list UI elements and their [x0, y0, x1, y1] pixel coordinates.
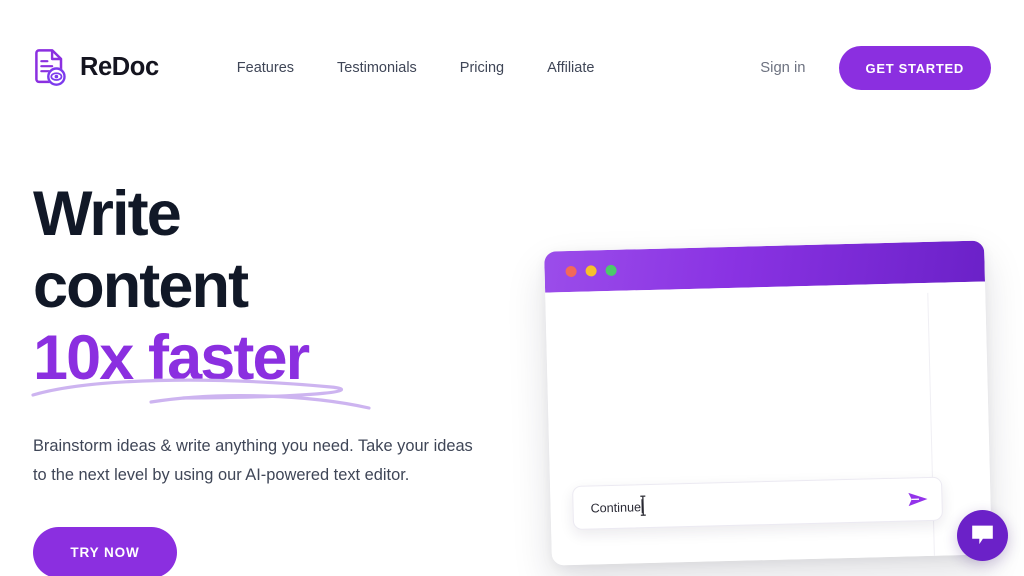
send-arrow-icon[interactable] — [907, 491, 929, 508]
mockup-window: Continue — [544, 240, 992, 566]
chat-widget-button[interactable] — [957, 510, 1008, 561]
primary-nav: Features Testimonials Pricing Affiliate — [237, 54, 595, 82]
prompt-composer[interactable]: Continue — [572, 476, 944, 530]
window-maximize-dot[interactable] — [605, 264, 617, 277]
chat-bubble-icon — [972, 525, 993, 545]
headline-line-1: Write — [33, 179, 182, 249]
composer-value: Continue — [590, 499, 642, 516]
text-caret — [641, 498, 644, 513]
landing-page: ReDoc Features Testimonials Pricing Affi… — [0, 0, 1024, 576]
brand-name: ReDoc — [80, 53, 159, 82]
sign-in-link[interactable]: Sign in — [760, 60, 805, 76]
try-now-button[interactable]: TRY NOW — [33, 526, 177, 576]
hero-section: Write content 10x faster Brainstorm idea… — [31, 178, 503, 576]
document-eye-icon — [33, 48, 71, 88]
brand-logo[interactable]: ReDoc — [33, 46, 159, 90]
app-preview-mockup: Continue — [544, 240, 992, 566]
window-close-dot[interactable] — [565, 265, 577, 278]
mockup-content-area: Continue — [545, 281, 992, 566]
nav-item-features[interactable]: Features — [237, 54, 294, 82]
get-started-button[interactable]: GET STARTED — [838, 46, 991, 90]
nav-item-testimonials[interactable]: Testimonials — [337, 54, 417, 82]
headline-accent: 10x faster — [33, 323, 310, 394]
composer-input[interactable]: Continue — [590, 494, 646, 516]
page-title: Write content 10x faster — [33, 178, 503, 394]
headline-line-2: content — [33, 251, 249, 322]
nav-item-affiliate[interactable]: Affiliate — [547, 54, 594, 82]
nav-item-pricing[interactable]: Pricing — [460, 54, 504, 82]
window-minimize-dot[interactable] — [585, 265, 597, 277]
hero-subtext: Brainstorm ideas & write anything you ne… — [33, 437, 473, 484]
header-actions: Sign in GET STARTED — [760, 46, 991, 90]
site-header: ReDoc Features Testimonials Pricing Affi… — [0, 0, 1024, 136]
